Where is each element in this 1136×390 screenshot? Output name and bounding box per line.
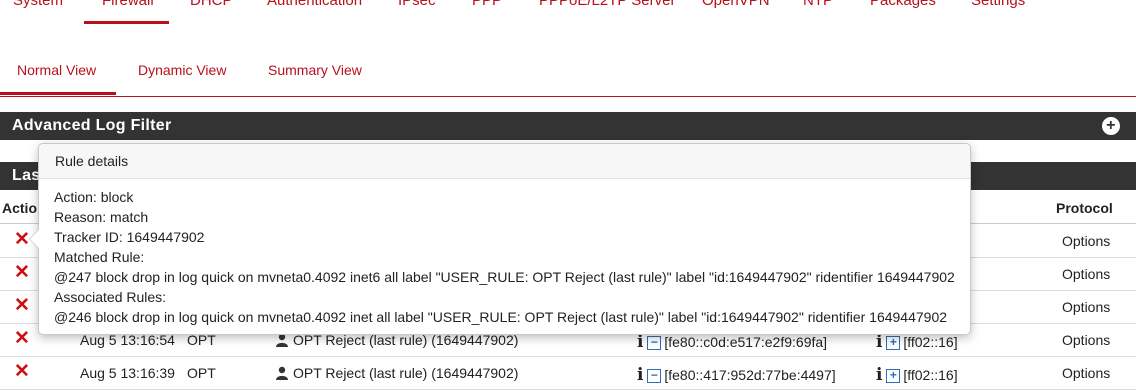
minus-box-icon[interactable]: − xyxy=(647,336,662,350)
block-icon[interactable]: ✕ xyxy=(14,228,30,251)
plus-box-icon[interactable]: + xyxy=(886,336,901,350)
nav-ppp[interactable]: PPP xyxy=(472,0,502,9)
rule-details-popover: Rule details Action: block Reason: match… xyxy=(29,143,971,335)
destination-cell: i + [ff02::16] xyxy=(876,365,958,385)
tab-summary-view[interactable]: Summary View xyxy=(268,62,362,78)
popover-associated-rule: @246 block drop in log quick on mvneta0.… xyxy=(54,309,948,325)
nav-openvpn[interactable]: OpenVPN xyxy=(702,0,770,9)
block-icon[interactable]: ✕ xyxy=(14,294,30,317)
rule-label: OPT Reject (last rule) (1649447902) xyxy=(293,365,519,381)
col-protocol: Protocol xyxy=(1056,200,1113,216)
user-icon xyxy=(276,366,288,380)
plus-circle-icon[interactable]: + xyxy=(1102,117,1120,135)
info-icon[interactable]: i xyxy=(876,365,882,385)
tab-active-indicator xyxy=(0,92,116,95)
nav-firewall[interactable]: Firewall xyxy=(102,0,154,9)
table-row: ✕ Aug 5 13:16:39 OPT OPT Reject (last ru… xyxy=(0,356,1136,390)
nav-ipsec[interactable]: IPsec xyxy=(398,0,436,9)
block-icon[interactable]: ✕ xyxy=(14,261,30,284)
nav-pppoe-l2tp-server[interactable]: PPPoE/L2TP Server xyxy=(539,0,675,9)
tab-dynamic-view[interactable]: Dynamic View xyxy=(138,62,226,78)
protocol-cell: Options xyxy=(1062,233,1111,249)
popover-matched-rule-label: Matched Rule: xyxy=(54,249,145,265)
advanced-log-filter-panel[interactable]: Advanced Log Filter + xyxy=(0,112,1136,140)
popover-tracker-id: Tracker ID: 1649447902 xyxy=(54,229,205,245)
destination-address: [ff02::16] xyxy=(903,367,958,383)
info-icon[interactable]: i xyxy=(637,365,643,385)
destination-address: [ff02::16] xyxy=(903,334,958,350)
top-navigation: System Firewall DHCP Authentication IPse… xyxy=(0,0,1136,28)
popover-matched-rule: @247 block drop in log quick on mvneta0.… xyxy=(54,269,955,285)
popover-title: Rule details xyxy=(39,144,970,179)
nav-authentication[interactable]: Authentication xyxy=(267,0,362,9)
nav-dhcp[interactable]: DHCP xyxy=(190,0,233,9)
plus-box-icon[interactable]: + xyxy=(886,369,901,383)
panel-title: Advanced Log Filter xyxy=(12,117,172,134)
nav-ntp[interactable]: NTP xyxy=(803,0,833,9)
source-address: [fe80::c0d:e517:e2f9:69fa] xyxy=(664,334,828,350)
nav-system[interactable]: System xyxy=(13,0,63,9)
tab-normal-view[interactable]: Normal View xyxy=(17,62,96,78)
popover-reason: Reason: match xyxy=(54,209,149,225)
nav-settings[interactable]: Settings xyxy=(971,0,1025,9)
block-icon[interactable]: ✕ xyxy=(14,327,30,350)
rule-cell[interactable]: OPT Reject (last rule) (1649447902) xyxy=(275,365,518,381)
protocol-cell: Options xyxy=(1062,266,1111,282)
protocol-cell: Options xyxy=(1062,365,1111,381)
source-address: [fe80::417:952d:77be:4497] xyxy=(664,367,836,383)
popover-arrow-fill xyxy=(30,229,40,249)
source-cell: i − [fe80::417:952d:77be:4497] xyxy=(637,365,836,385)
info-icon[interactable]: i xyxy=(637,332,643,352)
nav-packages[interactable]: Packages xyxy=(870,0,936,9)
protocol-cell: Options xyxy=(1062,299,1111,315)
panel-title-partial: Las xyxy=(12,167,41,184)
popover-action: Action: block xyxy=(54,189,134,205)
view-tabs: Normal View Dynamic View Summary View xyxy=(0,44,1136,97)
popover-body: Action: block Reason: match Tracker ID: … xyxy=(39,179,970,335)
block-icon[interactable]: ✕ xyxy=(14,360,30,383)
time-cell: Aug 5 13:16:39 xyxy=(80,365,175,381)
col-action: Actio xyxy=(2,200,37,216)
destination-cell: i + [ff02::16] xyxy=(876,332,958,352)
nav-active-indicator xyxy=(84,21,169,24)
info-icon[interactable]: i xyxy=(876,332,882,352)
popover-associated-rules-label: Associated Rules: xyxy=(54,289,167,305)
minus-box-icon[interactable]: − xyxy=(647,369,662,383)
protocol-cell: Options xyxy=(1062,332,1111,348)
user-icon xyxy=(276,333,288,347)
interface-cell: OPT xyxy=(187,365,216,381)
source-cell: i − [fe80::c0d:e517:e2f9:69fa] xyxy=(637,332,827,352)
